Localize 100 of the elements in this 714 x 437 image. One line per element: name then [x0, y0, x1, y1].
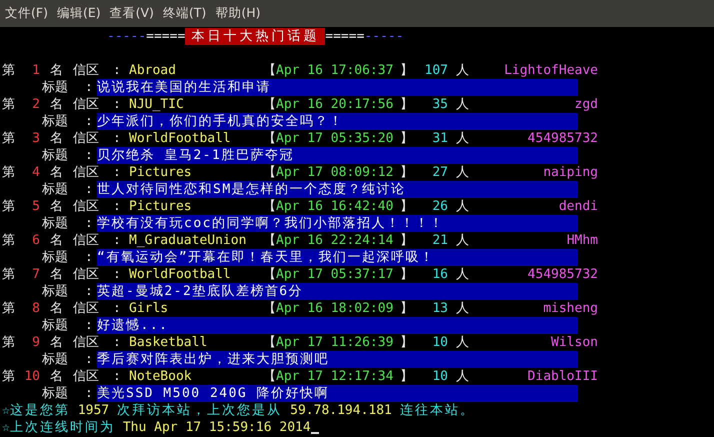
post-time: Apr 17 08:09:12 [276, 164, 394, 181]
rank-label: 名 [50, 164, 64, 181]
menu-item[interactable]: 查看(V) [110, 5, 154, 22]
menu-item[interactable]: 编辑(E) [56, 5, 101, 22]
info-value: 1957 [78, 402, 110, 419]
rank-label: 第 [2, 96, 16, 113]
board-label: 信区 [73, 130, 100, 147]
separator: : [85, 113, 93, 130]
reader-count: 10 [431, 368, 448, 385]
reader-count: 27 [431, 164, 448, 181]
reader-count: 35 [431, 96, 448, 113]
author-name: LightofHeave [503, 62, 598, 79]
rank-label: 名 [50, 368, 64, 385]
info-text: 这是您第 [10, 402, 70, 419]
info-value: 59.78.194.181 [290, 402, 392, 419]
reader-count: 107 [424, 62, 448, 79]
bracket: 【 [263, 334, 276, 351]
bracket: 】 [400, 266, 413, 283]
header-title: 本日十大热门话题 [185, 28, 326, 45]
separator: : [113, 300, 121, 317]
bracket: 】 [400, 232, 413, 249]
board-label: 信区 [73, 368, 100, 385]
title-label: 标题 [42, 317, 69, 334]
author-name: 454985732 [526, 130, 598, 147]
reader-count: 10 [431, 334, 448, 351]
rank-label: 第 [2, 232, 16, 249]
separator: : [85, 79, 93, 96]
separator: : [113, 334, 121, 351]
count-unit: 人 [456, 164, 470, 181]
post-time: Apr 17 05:35:20 [276, 130, 394, 147]
separator: : [85, 351, 93, 368]
rank-label: 名 [50, 334, 64, 351]
topic-title: 少年派们，你们的手机真的安全吗？！ [97, 113, 578, 130]
count-unit: 人 [456, 232, 470, 249]
separator: : [113, 198, 121, 215]
bracket: 【 [263, 164, 276, 181]
rank-label: 名 [50, 266, 64, 283]
rank-label: 第 [2, 368, 16, 385]
reader-count: 13 [431, 300, 448, 317]
bracket: 】 [400, 300, 413, 317]
count-unit: 人 [456, 266, 470, 283]
bracket: 】 [400, 334, 413, 351]
board-label: 信区 [73, 334, 100, 351]
board-name: Girls [129, 300, 170, 317]
board-name: NJU_TIC [129, 96, 185, 113]
count-unit: 人 [456, 198, 470, 215]
topic-title: 季后赛对阵表出炉，进来大胆预测吧 [97, 351, 578, 368]
separator: : [113, 164, 121, 181]
rank-label: 第 [2, 164, 16, 181]
separator: : [85, 385, 93, 402]
rank-label: 名 [50, 130, 64, 147]
author-name: Wilson [550, 334, 598, 351]
bracket: 】 [400, 96, 413, 113]
post-time: Apr 16 18:02:09 [276, 300, 394, 317]
star-icon: ☆ [2, 419, 10, 436]
separator: : [85, 181, 93, 198]
board-label: 信区 [73, 164, 100, 181]
rank-number: 9 [31, 334, 40, 351]
rank-number: 1 [31, 62, 40, 79]
board-name: M_GraduateUnion [129, 232, 248, 249]
title-label: 标题 [42, 181, 69, 198]
title-label: 标题 [42, 79, 69, 96]
rank-number: 10 [23, 368, 40, 385]
post-time: Apr 17 12:17:34 [276, 368, 394, 385]
dash-rule: ----- [107, 28, 146, 45]
board-label: 信区 [73, 198, 100, 215]
board-label: 信区 [73, 266, 100, 283]
rank-number: 6 [31, 232, 40, 249]
board-name: NoteBook [129, 368, 193, 385]
rank-label: 名 [50, 198, 64, 215]
topic-title: “有氧运动会”开幕在即！春天里，我们一起深呼吸！ [97, 249, 578, 266]
separator: : [113, 232, 121, 249]
topic-title: 学校有没有玩coc的同学啊？我们小部落招人！！！！ [97, 215, 578, 232]
board-label: 信区 [73, 96, 100, 113]
menu-item[interactable]: 终端(T) [162, 5, 206, 22]
board-name: Basketball [129, 334, 208, 351]
equals-rule: ===== [146, 28, 186, 45]
reader-count: 26 [431, 198, 448, 215]
menu-item[interactable]: 文件(F) [5, 5, 48, 22]
menu-item[interactable]: 帮助(H) [215, 5, 260, 22]
count-unit: 人 [456, 368, 470, 385]
post-time: Apr 17 11:26:39 [276, 334, 394, 351]
separator: : [113, 368, 121, 385]
board-label: 信区 [73, 232, 100, 249]
topic-title: 说说我在美国的生活和申请 [97, 79, 578, 96]
bracket: 【 [263, 130, 276, 147]
topic-title: 世人对待同性恋和SM是怎样的一个态度？纯讨论 [97, 181, 578, 198]
author-name: zgd [574, 96, 598, 113]
count-unit: 人 [456, 130, 470, 147]
author-name: naiping [542, 164, 598, 181]
reader-count: 31 [431, 130, 448, 147]
bracket: 】 [400, 198, 413, 215]
bracket: 】 [400, 368, 413, 385]
bracket: 】 [400, 62, 413, 79]
board-label: 信区 [73, 300, 100, 317]
title-label: 标题 [42, 113, 69, 130]
star-icon: ☆ [2, 402, 10, 419]
dash-rule: ----- [364, 28, 404, 45]
info-text: 次拜访本站，上次您是从 [117, 402, 282, 419]
bracket: 【 [263, 96, 276, 113]
